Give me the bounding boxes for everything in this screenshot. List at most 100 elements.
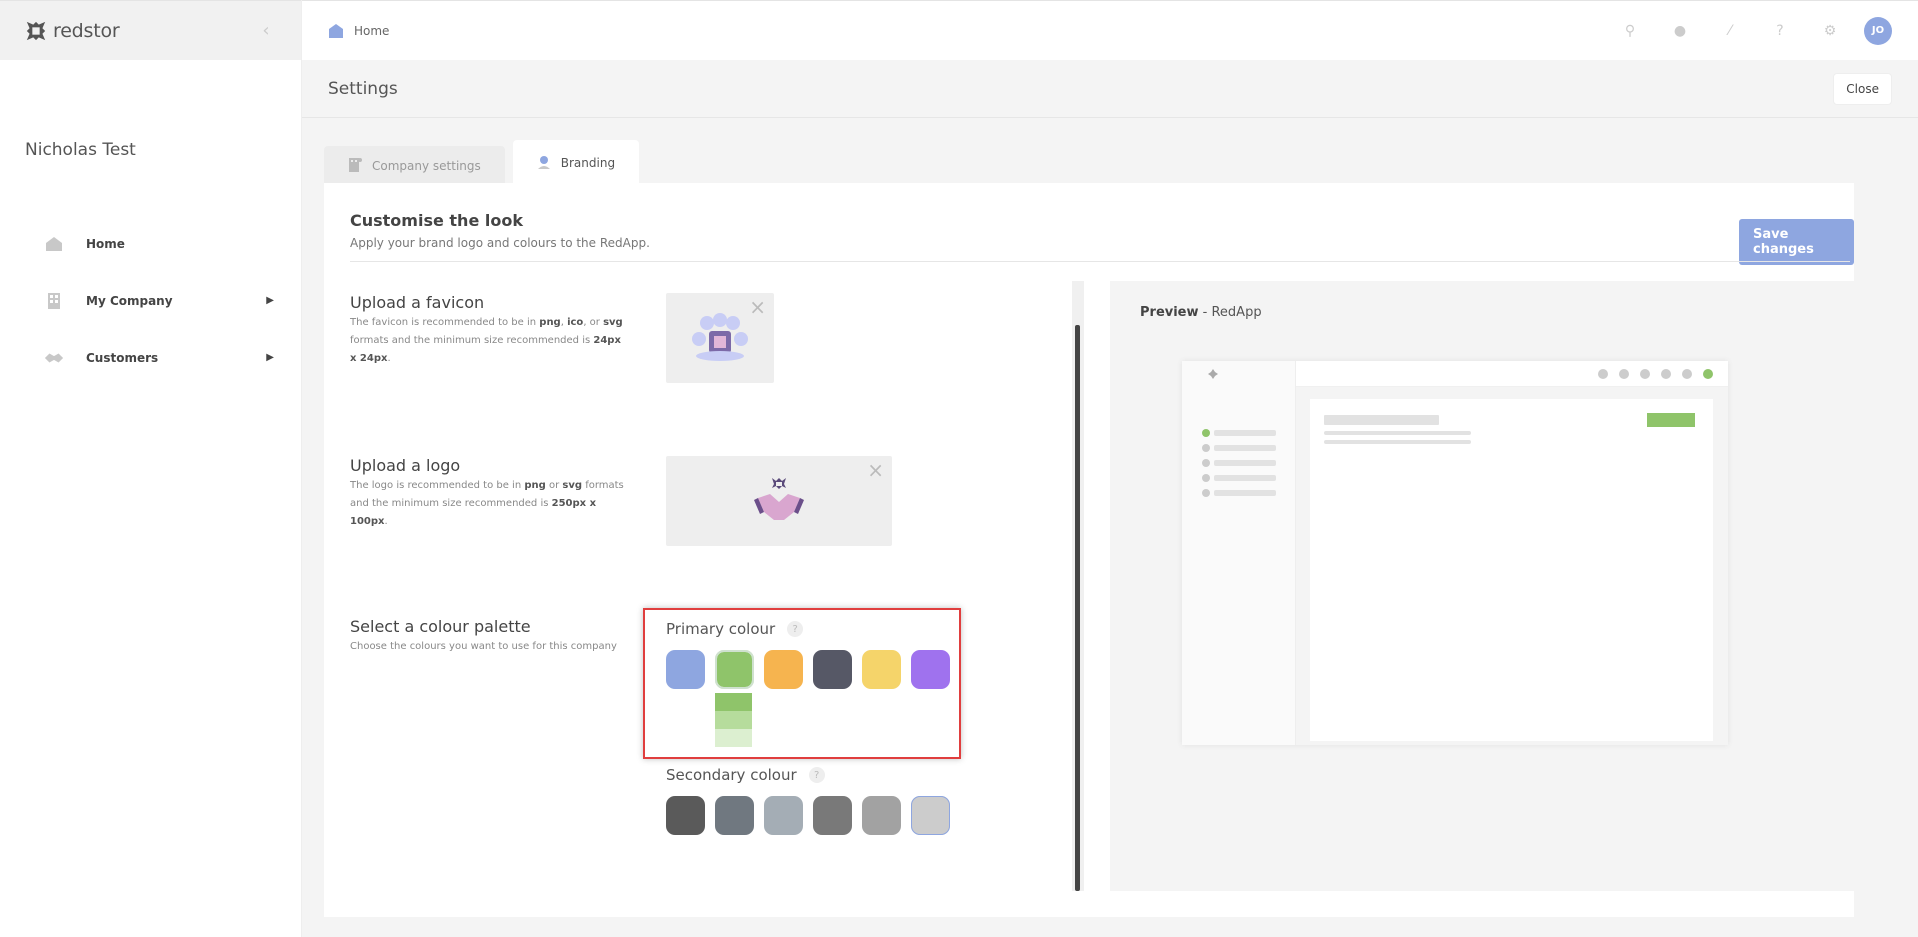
mock-card [1310, 399, 1713, 741]
sidebar-nav: Home My Company ▶ Customers ▶ [44, 215, 274, 386]
sidebar-item-label: Home [86, 236, 125, 251]
mock-top-dot [1598, 369, 1608, 379]
remove-favicon-icon[interactable]: × [749, 297, 766, 317]
sidebar-item-home[interactable]: Home [44, 215, 274, 272]
home-icon [44, 234, 64, 254]
tab-label: Company settings [372, 159, 481, 173]
collapse-sidebar-icon[interactable]: ‹ [256, 20, 276, 41]
handshake-icon [44, 348, 64, 368]
logo-image [754, 478, 804, 520]
code-icon[interactable]: ⁄ [1722, 23, 1738, 39]
remove-logo-icon[interactable]: × [867, 460, 884, 480]
breadcrumb-home[interactable]: Home [354, 24, 389, 38]
mock-top-dot [1661, 369, 1671, 379]
company-name: Nicholas Test [25, 140, 136, 160]
mock-nav-bar [1214, 475, 1276, 481]
secondary-colour-label: Secondary colour ? [666, 766, 950, 784]
settings-header: Settings Close [302, 60, 1918, 118]
close-button[interactable]: Close [1833, 72, 1892, 105]
preview-panel: Preview - RedApp [1110, 281, 1872, 891]
building-icon [44, 291, 64, 311]
secondary-swatch-6-selected[interactable] [911, 796, 950, 835]
secondary-swatch-4[interactable] [813, 796, 852, 835]
sidebar: redstor ‹ Nicholas Test Home My Company … [0, 0, 302, 937]
secondary-swatch-1[interactable] [666, 796, 705, 835]
mock-text-bar [1324, 440, 1471, 444]
mock-top-dot [1619, 369, 1629, 379]
favicon-thumbnail[interactable]: × [666, 293, 774, 383]
favicon-image [692, 313, 748, 361]
preview-mockup [1182, 361, 1728, 745]
mock-sidebar [1182, 361, 1296, 745]
mock-top-dot [1682, 369, 1692, 379]
secondary-swatch-3[interactable] [764, 796, 803, 835]
gear-icon[interactable]: ⚙ [1822, 23, 1838, 39]
mock-top-dot-accent [1703, 369, 1713, 379]
primary-colour-highlight [643, 608, 961, 759]
mock-title-bar [1324, 415, 1439, 425]
secondary-colour-group: Secondary colour ? [666, 766, 950, 835]
redstor-logo-icon [26, 21, 46, 40]
brand-logo[interactable]: redstor [25, 20, 120, 42]
sidebar-item-label: My Company [86, 293, 173, 308]
logo-description: The logo is recommended to be in png or … [350, 480, 624, 527]
top-bar: Home ⚲ ● ⁄ ? ⚙ JO [302, 0, 1918, 60]
secondary-swatch-5[interactable] [862, 796, 901, 835]
palette-description: Choose the colours you want to use for t… [350, 641, 617, 652]
bell-icon[interactable]: ● [1672, 23, 1688, 39]
mock-nav-dot-active [1202, 429, 1210, 437]
palette-section: Select a colour palette Choose the colou… [350, 617, 625, 656]
tab-company-settings[interactable]: Company settings [324, 146, 505, 186]
app-root: redstor ‹ Nicholas Test Home My Company … [0, 0, 1918, 937]
settings-tabs: Company settings Branding [324, 140, 640, 186]
tab-branding[interactable]: Branding [512, 140, 640, 186]
sidebar-header: redstor ‹ [0, 0, 301, 60]
user-icon [537, 155, 551, 172]
mock-nav-bar [1214, 460, 1276, 466]
search-file-icon[interactable]: ⚲ [1622, 23, 1638, 39]
favicon-description: The favicon is recommended to be in png,… [350, 317, 623, 364]
brand-name: redstor [53, 19, 120, 42]
mock-logo-icon [1208, 369, 1218, 379]
help-icon[interactable]: ? [1772, 23, 1788, 39]
mock-accent-button [1647, 413, 1695, 427]
scrollbar[interactable] [1072, 281, 1084, 891]
secondary-swatches [666, 796, 950, 835]
logo-thumbnail[interactable]: × [666, 456, 892, 546]
sidebar-item-customers[interactable]: Customers ▶ [44, 329, 274, 386]
divider [350, 261, 1850, 262]
mock-nav-dot [1202, 444, 1210, 452]
breadcrumb: Home [328, 23, 389, 39]
scrollbar-thumb[interactable] [1075, 325, 1080, 891]
sidebar-item-label: Customers [86, 350, 159, 365]
logo-section: Upload a logo The logo is recommended to… [350, 456, 625, 531]
favicon-section: Upload a favicon The favicon is recommen… [350, 293, 625, 368]
mock-body [1296, 387, 1728, 745]
building-icon [348, 157, 362, 176]
mock-top-dot [1640, 369, 1650, 379]
caret-right-icon: ▶ [266, 295, 274, 306]
mock-topbar [1296, 361, 1728, 387]
mock-nav-bar [1214, 430, 1276, 436]
mock-nav-dot [1202, 459, 1210, 467]
save-changes-button[interactable]: Save changes [1739, 219, 1854, 265]
sidebar-item-my-company[interactable]: My Company ▶ [44, 272, 274, 329]
mock-nav-bar [1214, 445, 1276, 451]
home-icon [329, 23, 343, 38]
main-content: Settings Close Company settings Branding… [302, 60, 1918, 937]
branding-subtitle: Apply your brand logo and colours to the… [350, 236, 650, 250]
mock-text-bar [1324, 431, 1471, 435]
caret-right-icon: ▶ [266, 352, 274, 363]
preview-title: Preview - RedApp [1140, 305, 1262, 320]
branding-title: Customise the look [350, 211, 523, 230]
avatar[interactable]: JO [1864, 16, 1892, 45]
secondary-swatch-2[interactable] [715, 796, 754, 835]
mock-nav-bar [1214, 490, 1276, 496]
mock-nav-dot [1202, 474, 1210, 482]
mock-nav-dot [1202, 489, 1210, 497]
favicon-title: Upload a favicon [350, 293, 485, 312]
palette-title: Select a colour palette [350, 617, 531, 636]
help-icon[interactable]: ? [808, 767, 825, 783]
logo-title: Upload a logo [350, 456, 461, 475]
branding-header: Customise the look Apply your brand logo… [350, 211, 650, 250]
